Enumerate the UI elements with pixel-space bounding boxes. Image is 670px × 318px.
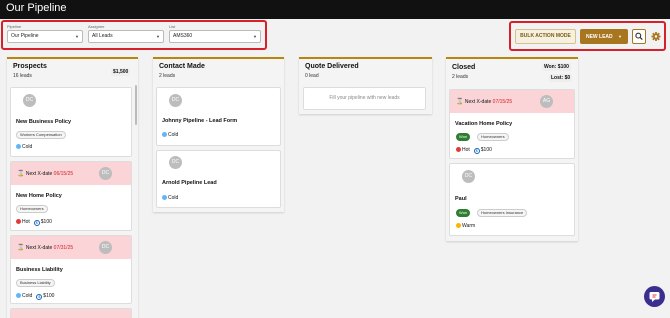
lead-card[interactable]: ⌛ Next X-date 07/15/25 AG Vacation Home …	[449, 89, 575, 159]
lost-badge: Lost: $0	[549, 74, 573, 82]
coverage-tag: Homeowners Insurance	[477, 209, 528, 217]
new-lead-button[interactable]: NEW LEAD ▼	[580, 29, 628, 44]
lead-card[interactable]: DC Johnny Pipeline - Lead Form Cold	[156, 87, 281, 146]
lead-card[interactable]	[10, 308, 132, 318]
lead-card[interactable]: ⌛ Next X-date 07/31/25 DC Business Liabi…	[10, 235, 132, 304]
caret-down-icon: ▼	[618, 34, 623, 39]
assignee-value: All Leads	[92, 33, 113, 39]
pipeline-select[interactable]: Our Pipeline ▼	[7, 30, 83, 43]
assignee-select[interactable]: All Leads ▼	[88, 30, 164, 43]
caret-down-icon: ▼	[253, 34, 257, 39]
avatar: DC	[99, 167, 112, 180]
column-title: Closed	[452, 64, 476, 71]
list-value: AMS360	[173, 33, 193, 39]
lead-card[interactable]: DC New Business Policy Workers Compensat…	[10, 87, 132, 157]
dollar-icon: $	[33, 220, 40, 226]
hourglass-icon: ⌛	[17, 171, 25, 177]
gear-icon	[651, 32, 661, 41]
column-quote-delivered: Quote Delivered 0 lead Fill your pipelin…	[299, 57, 432, 114]
hourglass-icon: ⌛	[456, 99, 464, 105]
empty-state: Fill your pipeline with new leads	[303, 87, 426, 110]
lead-amount: $100	[480, 147, 492, 153]
lead-title: New Home Policy	[16, 193, 62, 199]
lead-title: Johnny Pipeline - Lead Form	[162, 118, 238, 124]
next-xdate: ⌛ Next X-date 07/31/25	[17, 245, 74, 251]
lead-title: Business Liability	[16, 267, 63, 273]
temperature-status: Hot $ $100	[456, 147, 492, 154]
filter-bar: Pipeline Our Pipeline ▼ Assignee All Lea…	[1, 20, 267, 50]
won-tag: Won	[456, 209, 471, 217]
column-count: 2 leads	[452, 74, 469, 80]
column-title: Quote Delivered	[305, 63, 359, 70]
lead-title: New Business Policy	[16, 119, 72, 125]
coverage-tag: Workers Compensation	[16, 131, 66, 139]
column-title: Prospects	[13, 63, 47, 70]
won-badge: Won: $100	[542, 63, 571, 71]
next-xdate: ⌛ Next X-date 07/15/25	[456, 99, 513, 105]
bulk-action-button[interactable]: BULK ACTION MODE	[515, 29, 576, 44]
pipeline-value: Our Pipeline	[11, 33, 39, 39]
lead-amount: $100	[40, 219, 52, 225]
chat-icon	[649, 292, 660, 302]
settings-button[interactable]	[650, 29, 662, 44]
coverage-tag: Homeowners	[16, 205, 48, 213]
next-xdate: ⌛ Next X-date 06/15/25	[17, 171, 74, 177]
caret-down-icon: ▼	[156, 34, 160, 39]
assignee-filter: Assignee All Leads ▼	[88, 24, 164, 43]
chat-button[interactable]	[644, 286, 665, 307]
lead-card[interactable]: DC Arnold Pipeline Lead Cold	[156, 150, 281, 208]
dollar-icon: $	[36, 294, 43, 300]
avatar: DC	[169, 94, 182, 107]
temperature-status: Cold	[16, 144, 32, 150]
lead-title: Paul	[455, 196, 467, 202]
temperature-status: Cold	[162, 132, 178, 138]
avatar: DC	[462, 170, 475, 183]
list-select[interactable]: AMS360 ▼	[169, 30, 261, 43]
new-lead-label: NEW LEAD	[585, 34, 613, 40]
avatar: AG	[540, 95, 553, 108]
avatar: DC	[23, 94, 36, 107]
hourglass-icon: ⌛	[17, 245, 25, 251]
column-count: 2 leads	[159, 73, 176, 79]
list-label: List	[169, 24, 176, 29]
temperature-status: Warm	[456, 223, 475, 229]
column-title: Contact Made	[159, 63, 205, 70]
temperature-status: Cold $ $100	[16, 293, 54, 300]
temperature-status: Hot $ $100	[16, 219, 52, 226]
search-icon	[635, 32, 643, 41]
lead-card[interactable]: DC Paul Won Homeowners Insurance Warm	[449, 163, 575, 236]
lead-title: Arnold Pipeline Lead	[162, 180, 217, 186]
column-closed: Closed 2 leads Won: $100 Lost: $0 ⌛ Next…	[446, 57, 578, 241]
column-count: 16 leads	[13, 73, 32, 79]
column-count: 0 lead	[305, 73, 319, 79]
coverage-tag: Homeowners	[477, 133, 509, 141]
column-contact-made: Contact Made 2 leads DC Johnny Pipeline …	[153, 57, 284, 212]
column-prospects: Prospects 16 leads $1,500 DC New Busines…	[7, 57, 138, 318]
top-bar: Our Pipeline	[0, 0, 670, 19]
column-value-badge: $1,500	[111, 68, 131, 76]
pipeline-label: Pipeline	[7, 24, 22, 29]
page-title: Our Pipeline	[6, 2, 67, 14]
avatar: DC	[169, 156, 182, 169]
action-bar: BULK ACTION MODE NEW LEAD ▼	[509, 21, 666, 51]
list-filter: List AMS360 ▼	[169, 24, 261, 43]
coverage-tag: Business Liability	[16, 279, 55, 287]
dollar-icon: $	[473, 148, 480, 154]
lead-title: Vacation Home Policy	[455, 121, 513, 127]
assignee-label: Assignee	[88, 24, 105, 29]
won-tag: Won	[456, 133, 471, 141]
avatar: DC	[99, 241, 112, 254]
temperature-status: Cold	[162, 195, 178, 201]
lead-card[interactable]: ⌛ Next X-date 06/15/25 DC New Home Polic…	[10, 161, 132, 231]
search-button[interactable]	[632, 29, 646, 44]
pipeline-filter: Pipeline Our Pipeline ▼	[7, 24, 83, 43]
column-scrollbar[interactable]	[135, 85, 137, 125]
caret-down-icon: ▼	[75, 34, 79, 39]
lead-amount: $100	[43, 293, 55, 299]
